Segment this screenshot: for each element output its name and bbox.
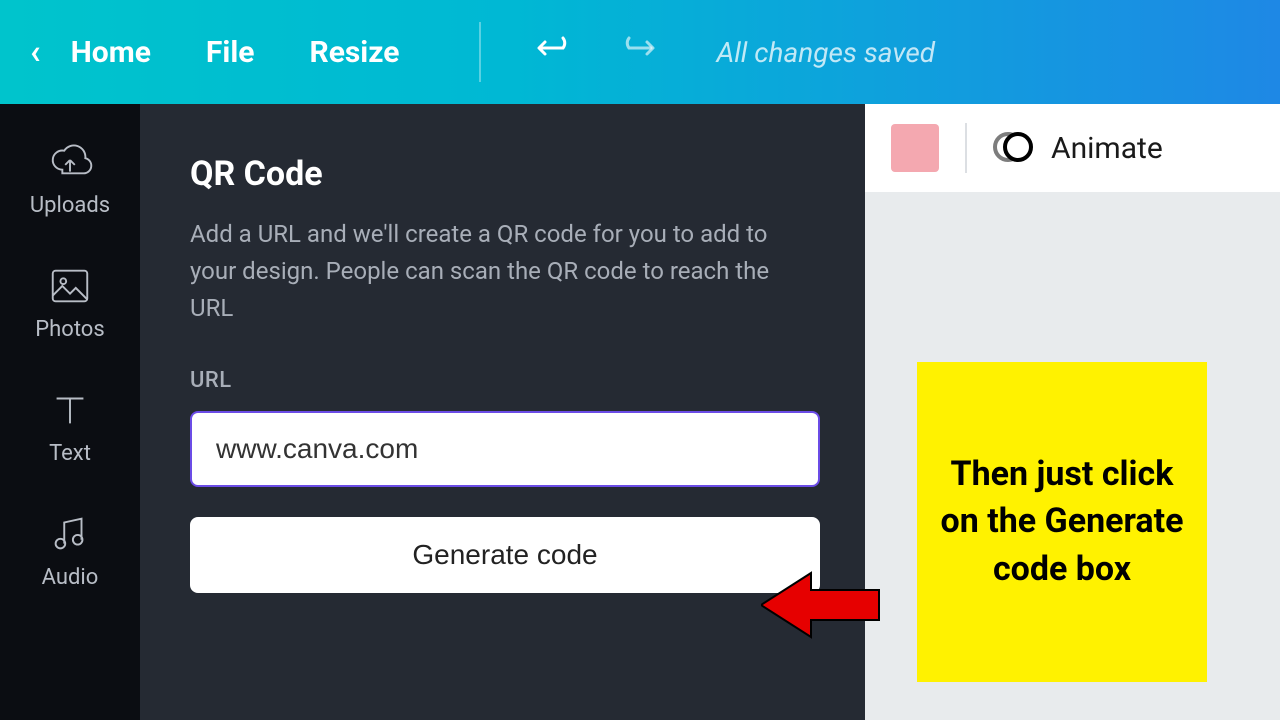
panel-description: Add a URL and we'll create a QR code for… [190, 216, 790, 328]
side-rail: Uploads Photos Text Audio [0, 104, 140, 720]
animate-icon [993, 128, 1033, 168]
back-chevron-icon[interactable]: ‹ [30, 32, 41, 72]
rail-text[interactable]: Text [47, 387, 93, 466]
qr-code-panel: QR Code Add a URL and we'll create a QR … [140, 104, 865, 720]
redo-icon[interactable] [621, 33, 661, 71]
rail-label: Uploads [30, 193, 110, 218]
separator [479, 22, 481, 82]
rail-photos[interactable]: Photos [35, 263, 104, 342]
save-status: All changes saved [716, 36, 935, 69]
generate-code-button[interactable]: Generate code [190, 517, 820, 593]
rail-label: Photos [35, 317, 104, 342]
animate-button[interactable]: Animate [993, 128, 1163, 168]
url-field-label: URL [190, 368, 825, 393]
panel-title: QR Code [190, 154, 825, 194]
undo-icon[interactable] [531, 33, 571, 71]
text-icon [47, 387, 93, 433]
rail-audio[interactable]: Audio [42, 511, 99, 590]
photo-icon [47, 263, 93, 309]
cloud-upload-icon [47, 139, 93, 185]
animate-label: Animate [1051, 131, 1163, 166]
url-input[interactable] [190, 411, 820, 487]
nav-home[interactable]: Home [71, 35, 151, 70]
nav-file[interactable]: File [206, 35, 255, 70]
separator [965, 123, 967, 173]
annotation-note: Then just click on the Generate code box [917, 362, 1207, 682]
rail-label: Text [49, 441, 91, 466]
canvas-toolbar: Animate [865, 104, 1280, 192]
top-toolbar: ‹ Home File Resize All changes saved [0, 0, 1280, 104]
audio-icon [47, 511, 93, 557]
color-swatch[interactable] [891, 124, 939, 172]
nav-resize[interactable]: Resize [309, 35, 399, 70]
rail-label: Audio [42, 565, 99, 590]
rail-uploads[interactable]: Uploads [30, 139, 110, 218]
